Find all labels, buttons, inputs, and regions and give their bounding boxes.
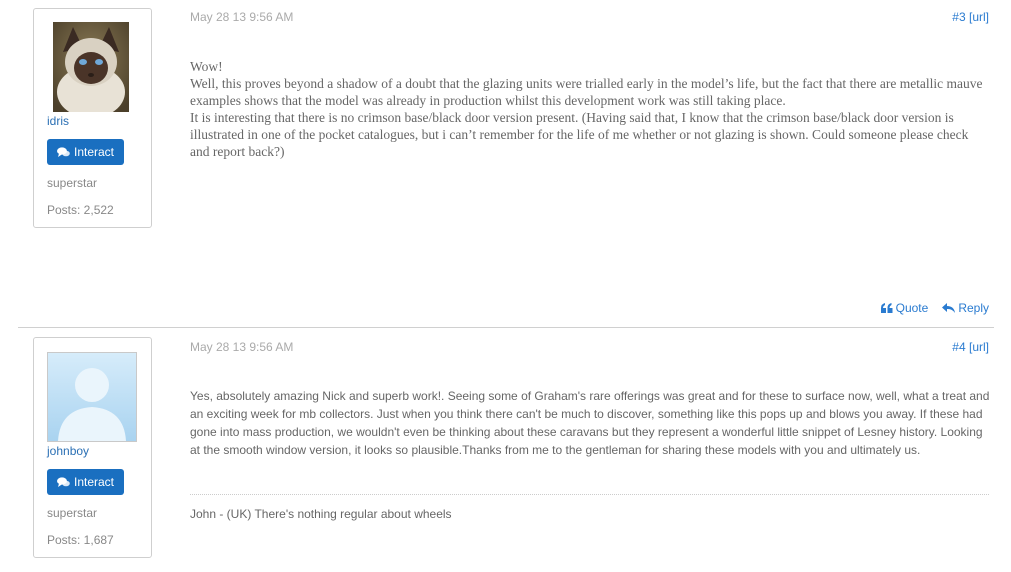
avatar[interactable] — [53, 22, 129, 112]
post-body: Wow! Well, this proves beyond a shadow o… — [190, 58, 990, 160]
post-4: johnboy Interact superstar Posts: 1,687 … — [0, 328, 1011, 572]
post-body-line: Well, this proves beyond a shadow of a d… — [190, 76, 983, 108]
post-date: May 28 13 9:56 AM — [190, 340, 294, 354]
user-rank: superstar — [47, 506, 98, 520]
username[interactable]: johnboy — [47, 444, 89, 458]
interact-button[interactable]: Interact — [47, 139, 124, 165]
interact-button[interactable]: Interact — [47, 469, 124, 495]
url-link[interactable]: [url] — [969, 10, 989, 24]
user-card: idris Interact superstar Posts: 2,522 — [33, 8, 152, 228]
post-body: Yes, absolutely amazing Nick and superb … — [190, 389, 990, 457]
reply-icon — [942, 303, 956, 313]
posts-count: Posts: 1,687 — [47, 533, 114, 547]
signature: John - (UK) There's nothing regular abou… — [190, 507, 452, 521]
user-rank: superstar — [47, 176, 98, 190]
default-avatar-icon — [48, 353, 136, 441]
quote-label: Quote — [895, 301, 929, 315]
avatar[interactable] — [47, 352, 137, 442]
post-body-line: Wow! — [190, 59, 223, 74]
post-number-link[interactable]: #4 — [952, 340, 965, 354]
interact-label: Interact — [73, 475, 115, 489]
signature-divider — [190, 494, 989, 495]
reply-label: Reply — [958, 301, 989, 315]
post-date: May 28 13 9:56 AM — [190, 10, 294, 24]
comments-icon — [56, 476, 70, 487]
post-3: idris Interact superstar Posts: 2,522 Ma… — [0, 0, 1011, 327]
post-number-link[interactable]: #3 — [952, 10, 965, 24]
username[interactable]: idris — [47, 114, 69, 128]
comments-icon — [56, 146, 70, 157]
quote-button[interactable]: Quote — [880, 301, 929, 315]
user-card: johnboy Interact superstar Posts: 1,687 — [33, 337, 152, 558]
url-link[interactable]: [url] — [969, 340, 989, 354]
post-body-line: It is interesting that there is no crims… — [190, 110, 969, 159]
posts-count: Posts: 2,522 — [47, 203, 114, 217]
post-number: #4 [url] — [952, 340, 989, 354]
post-number: #3 [url] — [952, 10, 989, 24]
reply-button[interactable]: Reply — [942, 301, 989, 315]
quote-icon — [880, 303, 893, 313]
interact-label: Interact — [73, 145, 115, 159]
post-actions: Quote Reply — [880, 301, 989, 315]
cat-avatar-image — [53, 22, 129, 112]
